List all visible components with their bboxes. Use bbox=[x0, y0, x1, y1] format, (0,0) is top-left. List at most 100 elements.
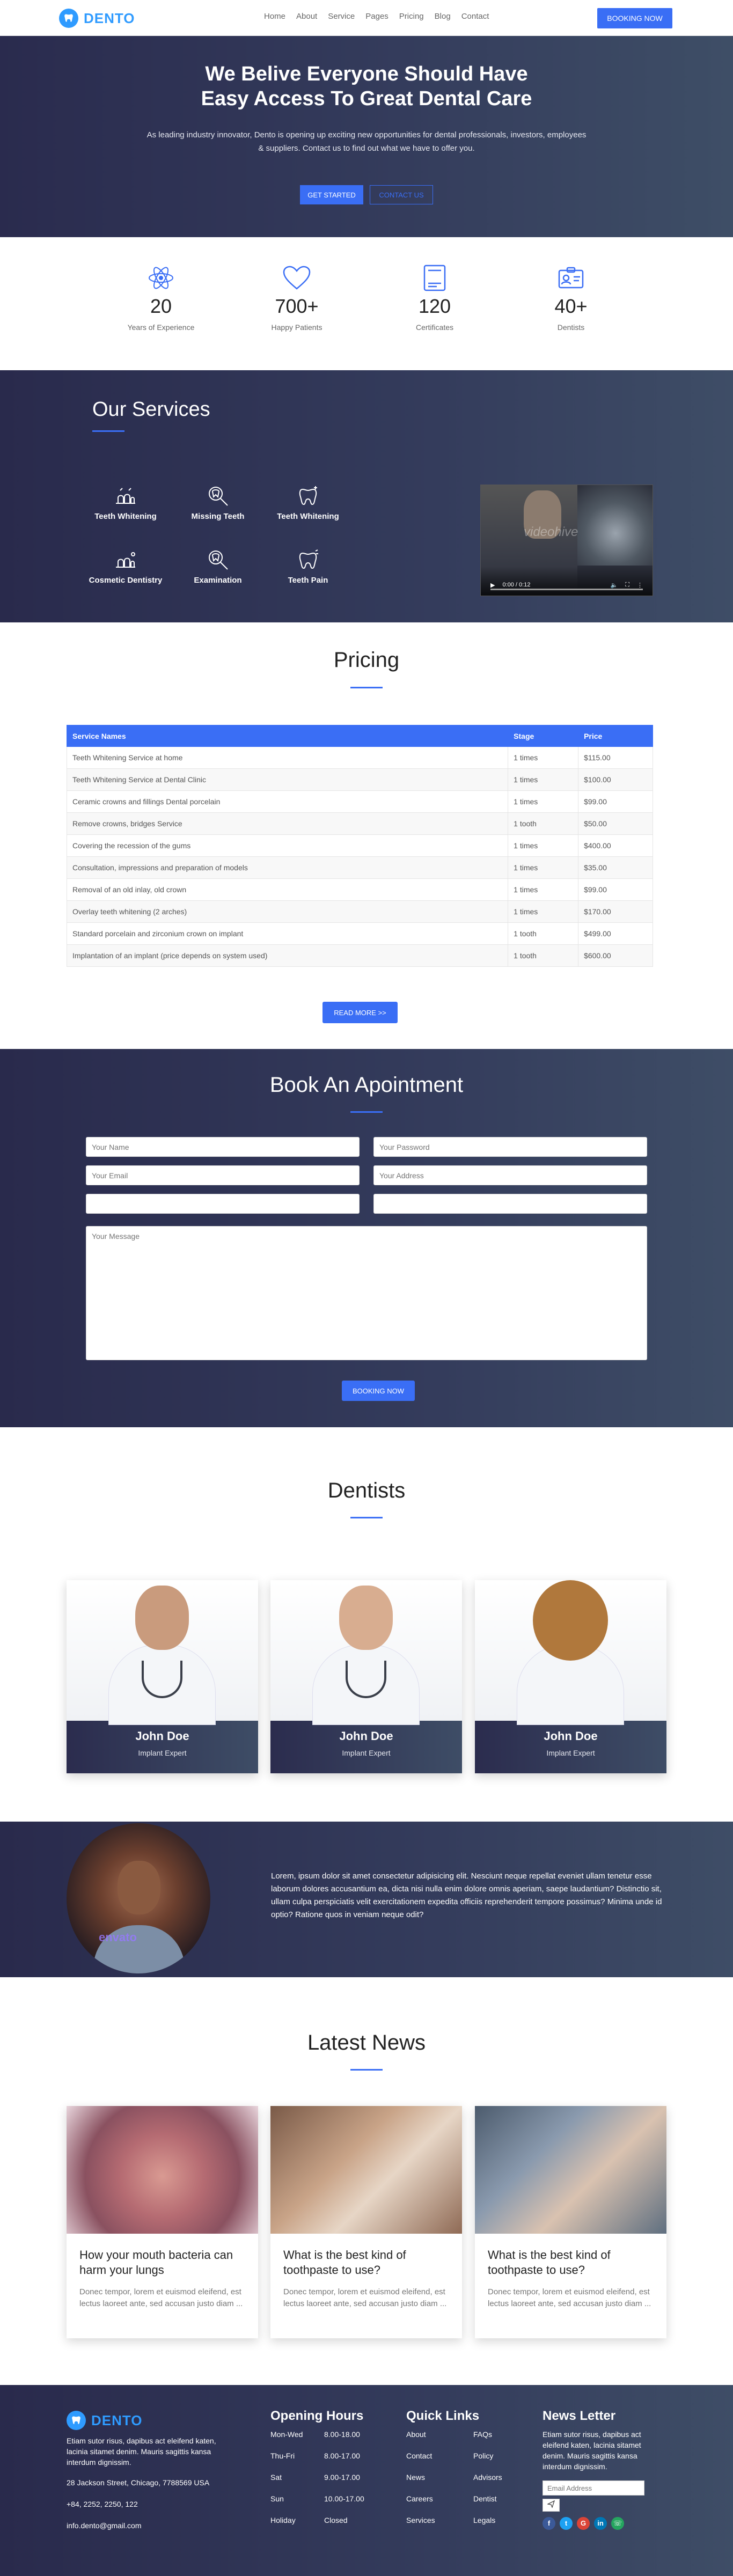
appointment-section: Book An Apointment BOOKING NOW bbox=[0, 1049, 733, 1427]
stage-cell: 1 tooth bbox=[508, 812, 579, 835]
table-row: Implantation of an implant (price depend… bbox=[66, 944, 653, 967]
footer-logo[interactable]: DENTO bbox=[67, 2411, 233, 2430]
hours-time: 8.00-17.00 bbox=[324, 2452, 360, 2460]
footer-email[interactable]: info.dento@gmail.com bbox=[67, 2520, 233, 2531]
news-headline[interactable]: How your mouth bacteria can harm your lu… bbox=[79, 2248, 245, 2278]
phone-icon[interactable]: ☏ bbox=[611, 2517, 624, 2530]
service-missing-teeth[interactable]: Missing Teeth bbox=[175, 482, 261, 521]
hours-row: Sun 10.00-17.00 bbox=[270, 2493, 389, 2515]
col-service-names: Service Names bbox=[66, 725, 509, 747]
certificate-icon bbox=[420, 264, 450, 292]
service-examination[interactable]: Examination bbox=[175, 546, 261, 585]
news-headline[interactable]: What is the best kind of toothpaste to u… bbox=[283, 2248, 449, 2278]
service-cosmetic-dentistry[interactable]: Cosmetic Dentistry bbox=[83, 546, 168, 585]
hours-day: Mon-Wed bbox=[270, 2430, 303, 2439]
news-image bbox=[67, 2106, 258, 2234]
read-more-button[interactable]: READ MORE >> bbox=[322, 1002, 398, 1023]
service-name-cell: Teeth Whitening Service at Dental Clinic bbox=[66, 768, 509, 791]
links-row: Careers Dentist bbox=[406, 2493, 530, 2515]
main-menu: Home About Service Pages Pricing Blog Co… bbox=[264, 12, 489, 21]
nav-service[interactable]: Service bbox=[328, 12, 355, 21]
service-teeth-pain[interactable]: Teeth Pain bbox=[265, 546, 351, 585]
footer-link-policy[interactable]: Policy bbox=[473, 2450, 493, 2472]
service-label: Examination bbox=[194, 576, 242, 585]
footer-link-contact[interactable]: Contact bbox=[406, 2450, 473, 2472]
get-started-button[interactable]: GET STARTED bbox=[300, 185, 363, 204]
footer-link-services[interactable]: Services bbox=[406, 2515, 473, 2536]
newsletter-email-input[interactable] bbox=[543, 2480, 644, 2496]
hours-day: Holiday bbox=[270, 2516, 296, 2524]
dentists-section: Dentists John Doe Implant Expert John Do… bbox=[0, 1427, 733, 1822]
hours-row: Mon-Wed 8.00-18.00 bbox=[270, 2429, 389, 2450]
nav-contact[interactable]: Contact bbox=[461, 12, 489, 21]
address-field[interactable] bbox=[373, 1165, 647, 1185]
hero-title-line1: We Belive Everyone Should Have bbox=[205, 63, 528, 85]
footer-link-faqs[interactable]: FAQs bbox=[473, 2429, 492, 2450]
dentist-name: John Doe bbox=[544, 1729, 598, 1743]
title-underline bbox=[92, 430, 124, 432]
service-teeth-whitening[interactable]: Teeth Whitening bbox=[83, 482, 168, 521]
video-progress-bar[interactable] bbox=[490, 589, 643, 590]
google-icon[interactable]: G bbox=[577, 2517, 590, 2530]
service-name-cell: Teeth Whitening Service at home bbox=[66, 746, 509, 769]
service-teeth-whitening-2[interactable]: Teeth Whitening bbox=[265, 482, 351, 521]
submit-booking-button[interactable]: BOOKING NOW bbox=[342, 1381, 415, 1401]
email-field[interactable] bbox=[86, 1165, 360, 1185]
stage-cell: 1 times bbox=[508, 768, 579, 791]
footer-link-news[interactable]: News bbox=[406, 2472, 473, 2493]
dentist-card[interactable]: John Doe Implant Expert bbox=[270, 1580, 462, 1773]
message-field[interactable] bbox=[86, 1226, 647, 1360]
twitter-icon[interactable]: t bbox=[560, 2517, 573, 2530]
volume-icon[interactable]: 🔈 bbox=[611, 582, 618, 589]
newsletter-send-button[interactable] bbox=[543, 2499, 560, 2512]
contact-us-button[interactable]: CONTACT US bbox=[370, 185, 433, 204]
password-field[interactable] bbox=[373, 1137, 647, 1157]
booking-now-button[interactable]: BOOKING NOW bbox=[597, 8, 672, 28]
pricing-section: Pricing Service Names Stage Price Teeth … bbox=[0, 622, 733, 1049]
stat-experience: 20 Years of Experience bbox=[113, 264, 209, 332]
nav-pricing[interactable]: Pricing bbox=[399, 12, 424, 21]
play-icon[interactable]: ▶ bbox=[490, 582, 495, 589]
footer-link-careers[interactable]: Careers bbox=[406, 2493, 473, 2515]
name-field[interactable] bbox=[86, 1137, 360, 1157]
brand-name: DENTO bbox=[91, 2412, 143, 2428]
facebook-icon[interactable]: f bbox=[543, 2517, 555, 2530]
hours-time: 9.00-17.00 bbox=[324, 2473, 360, 2482]
news-card[interactable]: What is the best kind of toothpaste to u… bbox=[475, 2106, 666, 2338]
brand-name: DENTO bbox=[84, 10, 135, 26]
dentist-card[interactable]: John Doe Implant Expert bbox=[475, 1580, 666, 1773]
fullscreen-icon[interactable]: ⛶ bbox=[625, 582, 629, 589]
footer-address: 28 Jackson Street, Chicago, 7788569 USA bbox=[67, 2478, 210, 2487]
dentist-photo bbox=[270, 1580, 462, 1725]
nav-home[interactable]: Home bbox=[264, 12, 285, 21]
dentist-card[interactable]: John Doe Implant Expert bbox=[67, 1580, 258, 1773]
news-excerpt: Donec tempor, lorem et euismod eleifend,… bbox=[488, 2287, 651, 2308]
extra-field-1[interactable] bbox=[86, 1194, 360, 1214]
missing-teeth-icon bbox=[175, 482, 261, 507]
footer-link-dentist[interactable]: Dentist bbox=[473, 2493, 497, 2515]
title-underline bbox=[350, 2069, 383, 2071]
linkedin-icon[interactable]: in bbox=[594, 2517, 607, 2530]
video-player[interactable]: videohive ▶ 0:00 / 0:12 🔈 ⛶ ⋮ bbox=[480, 485, 653, 596]
footer-link-about[interactable]: About bbox=[406, 2429, 473, 2450]
nav-pages[interactable]: Pages bbox=[365, 12, 389, 21]
teeth-pain-icon bbox=[265, 546, 351, 570]
nav-blog[interactable]: Blog bbox=[435, 12, 451, 21]
footer-link-legals[interactable]: Legals bbox=[473, 2515, 495, 2536]
tooth-logo-icon bbox=[59, 9, 78, 28]
service-name-cell: Overlay teeth whitening (2 arches) bbox=[66, 900, 509, 923]
hours-row: Sat 9.00-17.00 bbox=[270, 2472, 389, 2493]
brand-logo[interactable]: DENTO bbox=[59, 9, 135, 28]
extra-field-2[interactable] bbox=[373, 1194, 647, 1214]
news-card[interactable]: What is the best kind of toothpaste to u… bbox=[270, 2106, 462, 2338]
stats-section: 20 Years of Experience 700+ Happy Patien… bbox=[0, 237, 733, 370]
hours-day: Sat bbox=[270, 2473, 282, 2482]
hours-day: Thu-Fri bbox=[270, 2452, 295, 2460]
footer-link-advisors[interactable]: Advisors bbox=[473, 2472, 502, 2493]
news-card[interactable]: How your mouth bacteria can harm your lu… bbox=[67, 2106, 258, 2338]
more-options-icon[interactable]: ⋮ bbox=[637, 582, 643, 589]
stat-certificates: 120 Certificates bbox=[386, 264, 483, 332]
news-headline[interactable]: What is the best kind of toothpaste to u… bbox=[488, 2248, 654, 2278]
nav-about[interactable]: About bbox=[296, 12, 317, 21]
dentist-photo bbox=[475, 1580, 666, 1725]
